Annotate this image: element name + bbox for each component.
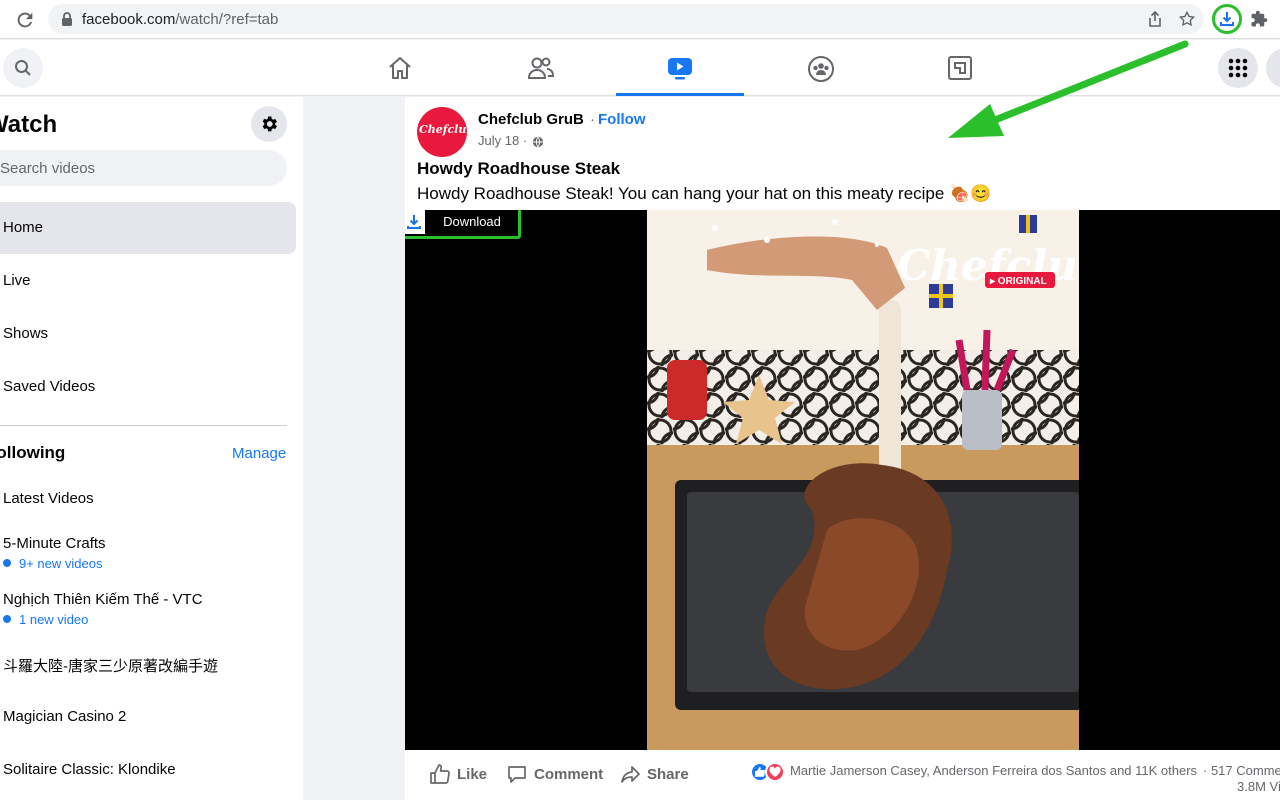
download-icon-box [405,210,425,234]
following-item-5-minute-crafts[interactable]: 5-Minute Crafts [3,535,106,552]
following-item-solitaire-classic[interactable]: Solitaire Classic: Klondike [3,761,176,778]
following-item-douluo-dalu[interactable]: 斗羅大陸-唐家三少原著改編手遊 [3,655,218,676]
video-frame: Chefclub ▸ ORIGINAL [647,210,1079,750]
follow-button[interactable]: Follow [598,111,646,128]
sidebar-divider [0,425,287,426]
post-date[interactable]: July 18 · [478,133,527,148]
watch-settings-button[interactable] [251,106,287,142]
new-videos-badge: 1 new video [3,612,88,627]
unread-dot [3,559,11,567]
comments-count[interactable]: · 517 Comments [1203,763,1280,778]
share-page-icon[interactable] [1146,10,1164,28]
thumbs-up-icon [430,764,450,784]
search-videos-input[interactable] [0,150,287,186]
video-player[interactable]: Chefclub ▸ ORIGINAL Download [405,210,1280,750]
reactors-text[interactable]: Martie Jamerson Casey, Anderson Ferreira… [790,763,1197,778]
video-thumbnail-image: Chefclub ▸ ORIGINAL [647,210,1079,750]
reaction-icons[interactable] [750,762,790,782]
tab-gaming[interactable] [896,40,1024,96]
search-button[interactable] [3,48,43,88]
like-label: Like [457,766,488,783]
sidebar-item-label: Home [3,219,44,236]
watch-icon [668,58,692,80]
messenger-button[interactable] [1266,48,1280,88]
download-label: Download [431,210,513,234]
download-overlay-button[interactable]: Download [405,210,521,239]
reload-icon[interactable] [14,9,36,31]
page-name-link[interactable]: Chefclub GruB [478,111,584,128]
home-icon [389,57,411,79]
share-button[interactable]: Share [619,763,699,787]
grid-menu-icon [1228,58,1248,78]
groups-icon [808,56,834,82]
tab-groups[interactable] [756,40,884,96]
url-host: facebook.com [82,11,176,28]
address-bar[interactable]: facebook.com/watch/?ref=tab [48,4,1204,34]
name-separator: · [590,111,595,128]
sidebar-item-label: Saved Videos [3,378,96,395]
manage-link[interactable]: Manage [232,445,286,462]
love-reaction-icon [765,762,785,782]
post-title: Howdy Roadhouse Steak [417,159,621,178]
tab-home[interactable] [336,40,464,96]
url-text[interactable]: facebook.com/watch/?ref=tab [82,11,278,28]
following-item-magician-casino-2[interactable]: Magician Casino 2 [3,708,126,725]
new-videos-text: 9+ new videos [19,556,103,571]
gear-icon [262,116,277,132]
sidebar-item-saved-videos[interactable]: Saved Videos [0,361,296,413]
video-badge-text: ▸ ORIGINAL [989,276,1047,287]
browser-toolbar: facebook.com/watch/?ref=tab [0,0,1280,39]
gaming-icon [948,56,972,80]
screen: { "browser": { "url_host": "facebook.com… [0,0,1280,800]
sidebar-item-live[interactable]: Live [0,255,296,307]
views-count: 3.8M Views [1237,779,1280,794]
following-heading: Following [0,443,66,462]
search-icon [15,60,31,76]
sidebar-item-home[interactable]: Home [0,202,296,254]
bookmark-star-icon[interactable] [1178,10,1196,28]
post-description: Howdy Roadhouse Steak! You can hang your… [417,184,992,203]
page-avatar[interactable]: Chefclub [417,107,475,157]
unread-dot [3,615,11,623]
share-icon [621,766,640,783]
comment-icon [508,766,526,783]
tab-friends[interactable] [476,40,604,96]
friends-icon [527,57,555,79]
globe-icon [532,136,544,148]
like-button[interactable]: Like [429,763,499,787]
avatar-logo-text: Chefclub [419,123,475,136]
sidebar-item-label: Shows [3,325,49,342]
sidebar-item-label: Live [3,272,31,289]
download-extension-button[interactable] [1212,4,1242,34]
comment-label: Comment [534,766,604,783]
new-videos-text: 1 new video [19,612,89,627]
comment-button[interactable]: Comment [506,763,606,787]
download-icon [1220,12,1234,26]
video-post-card: Chefclub Chefclub GruB · Follow July 18 … [405,97,1280,800]
sidebar-item-shows[interactable]: Shows [0,308,296,360]
tab-watch[interactable] [616,40,744,96]
watch-sidebar: Watch Home Live Shows Saved Videos Follo… [0,97,303,800]
following-item-latest-videos[interactable]: Latest Videos [3,490,94,507]
lock-icon[interactable] [60,11,74,27]
facebook-top-nav [0,40,1280,96]
post-actions-bar: Like Comment Share Martie Jamerson Casey… [405,757,1280,800]
extensions-puzzle-icon[interactable] [1250,10,1268,28]
following-item-nghich-thien-kiem-the[interactable]: Nghịch Thiên Kiếm Thế - VTC [3,591,203,608]
url-path: /watch/?ref=tab [175,11,279,28]
share-label: Share [647,766,689,783]
download-icon [407,215,421,229]
page-title: Watch [0,111,58,138]
new-videos-badge: 9+ new videos [3,556,102,571]
menu-button[interactable] [1218,48,1258,88]
